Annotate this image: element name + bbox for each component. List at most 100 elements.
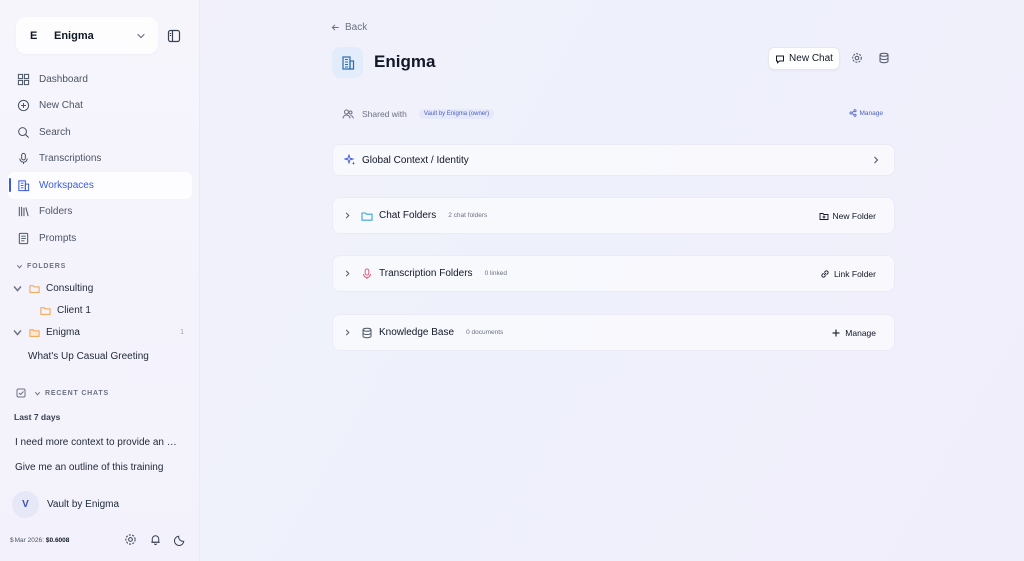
usage-period: Mar 2026: bbox=[14, 536, 44, 544]
microphone-icon bbox=[19, 153, 28, 165]
workspace-name: Enigma bbox=[54, 29, 94, 42]
card-title: Global Context / Identity bbox=[362, 154, 469, 166]
action-label: Link Folder bbox=[833, 268, 876, 279]
sidebar-item-label: Transcriptions bbox=[39, 153, 102, 165]
manage-label: Manage bbox=[859, 109, 884, 117]
folder-open-icon bbox=[29, 329, 40, 337]
folder-chat-item[interactable]: What's Up Casual Greeting bbox=[28, 351, 149, 362]
user-profile[interactable]: V Vault by Enigma bbox=[12, 491, 119, 518]
folders-section-header[interactable]: FOLDERS bbox=[16, 263, 66, 270]
back-label: Back bbox=[345, 22, 368, 33]
arrow-left-icon bbox=[331, 24, 339, 31]
recent-group-label: Last 7 days bbox=[14, 412, 61, 422]
manage-sharing-link[interactable]: Manage bbox=[848, 109, 884, 117]
folder-plus-icon bbox=[819, 212, 828, 220]
transcription-folders-card[interactable]: Transcription Folders 0 linked Link Fold… bbox=[332, 255, 895, 292]
folder-icon bbox=[361, 211, 373, 221]
folder-enigma[interactable]: Enigma 1 bbox=[12, 327, 184, 338]
card-title: Transcription Folders bbox=[379, 268, 473, 279]
share-icon bbox=[848, 109, 857, 117]
card-title: Chat Folders bbox=[379, 210, 437, 221]
shared-with-label: Shared with bbox=[362, 109, 407, 119]
card-meta: 2 chat folders bbox=[448, 212, 488, 219]
sidebar-item-workspaces[interactable]: Workspaces bbox=[8, 172, 192, 199]
folders-section-label: FOLDERS bbox=[27, 263, 67, 270]
workspace-initial: E bbox=[30, 29, 38, 42]
card-meta: 0 linked bbox=[484, 270, 507, 277]
user-name: Vault by Enigma bbox=[47, 499, 120, 510]
new-folder-button[interactable]: New Folder bbox=[819, 211, 876, 221]
sidebar-item-label: Prompts bbox=[39, 232, 77, 244]
recent-chats-label: RECENT CHATS bbox=[45, 389, 109, 397]
chevron-down-icon bbox=[34, 391, 41, 396]
chevron-down-icon bbox=[137, 33, 145, 38]
chat-bubble-icon bbox=[776, 55, 785, 64]
folder-label: Client 1 bbox=[57, 305, 91, 316]
folder-label: Enigma bbox=[46, 327, 80, 338]
link-folder-button[interactable]: Link Folder bbox=[820, 269, 876, 279]
sidebar-item-label: New Chat bbox=[39, 100, 83, 112]
folder-icon bbox=[29, 285, 40, 293]
sidebar-toggle-icon[interactable] bbox=[167, 29, 181, 43]
action-label: Manage bbox=[845, 327, 876, 338]
back-link[interactable]: Back bbox=[331, 22, 367, 33]
main-content: Back Enigma New Chat Shared with Vault b… bbox=[200, 0, 1024, 561]
sidebar-item-label: Dashboard bbox=[39, 73, 88, 85]
database-icon[interactable] bbox=[878, 52, 890, 64]
knowledge-base-card[interactable]: Knowledge Base 0 documents Manage bbox=[332, 314, 895, 351]
usage-amount: $0.6008 bbox=[45, 536, 70, 544]
dashboard-icon bbox=[17, 73, 30, 85]
dollar-icon: $ bbox=[10, 536, 14, 544]
sidebar-item-label: Workspaces bbox=[39, 179, 94, 191]
chat-folders-card[interactable]: Chat Folders 2 chat folders New Folder bbox=[332, 197, 895, 234]
owner-badge: Vault by Enigma (owner) bbox=[418, 109, 495, 119]
shared-with-row: Shared with Vault by Enigma (owner) Mana… bbox=[332, 102, 895, 126]
folder-consulting[interactable]: Consulting bbox=[12, 283, 93, 294]
workspace-icon-badge bbox=[332, 47, 363, 78]
building-icon bbox=[18, 180, 30, 191]
moon-icon[interactable] bbox=[174, 533, 187, 546]
folder-client-1[interactable]: Client 1 bbox=[40, 305, 91, 316]
checkbox-icon bbox=[16, 388, 26, 398]
library-icon bbox=[18, 207, 29, 217]
folder-label: Consulting bbox=[46, 283, 94, 294]
chevron-down-icon bbox=[13, 285, 22, 292]
chevron-right-icon[interactable] bbox=[344, 212, 351, 219]
page-title: Enigma bbox=[374, 52, 436, 71]
sidebar-item-label: Search bbox=[39, 126, 71, 138]
gear-icon[interactable] bbox=[851, 52, 863, 64]
recent-chats-header[interactable]: RECENT CHATS bbox=[16, 388, 109, 398]
microphone-icon bbox=[363, 268, 371, 279]
folder-icon bbox=[40, 307, 51, 315]
recent-chat-item[interactable]: I need more context to provide an … bbox=[15, 437, 177, 448]
recent-chat-item[interactable]: Give me an outline of this training bbox=[15, 462, 163, 473]
workspace-switcher[interactable]: E Enigma bbox=[16, 17, 158, 54]
chevron-right-icon[interactable] bbox=[344, 329, 351, 336]
chevron-right-icon bbox=[874, 156, 879, 164]
sidebar-item-folders[interactable]: Folders bbox=[8, 199, 192, 226]
link-icon bbox=[821, 269, 829, 278]
global-context-card[interactable]: Global Context / Identity bbox=[332, 144, 895, 176]
plus-circle-icon bbox=[17, 100, 30, 112]
sidebar-item-transcriptions[interactable]: Transcriptions bbox=[8, 146, 192, 173]
sidebar-item-search[interactable]: Search bbox=[8, 119, 192, 146]
users-icon bbox=[342, 109, 354, 119]
chevron-right-icon[interactable] bbox=[344, 270, 351, 277]
gear-icon[interactable] bbox=[124, 533, 137, 546]
action-label: New Folder bbox=[832, 210, 876, 221]
folder-count: 1 bbox=[180, 329, 184, 336]
building-icon bbox=[341, 55, 354, 70]
new-chat-button[interactable]: New Chat bbox=[768, 47, 840, 70]
sidebar-item-prompts[interactable]: Prompts bbox=[8, 225, 192, 252]
sidebar-footer-actions bbox=[124, 533, 187, 546]
card-meta: 0 documents bbox=[466, 329, 504, 336]
book-icon bbox=[18, 232, 29, 244]
manage-knowledge-button[interactable]: Manage bbox=[831, 328, 876, 338]
new-chat-label: New Chat bbox=[789, 53, 833, 64]
bell-icon[interactable] bbox=[149, 533, 162, 546]
search-icon bbox=[18, 126, 30, 138]
sidebar-item-new-chat[interactable]: New Chat bbox=[8, 93, 192, 120]
sidebar: E Enigma Dashboard New Chat Search Trans… bbox=[0, 0, 200, 561]
plus-icon bbox=[832, 329, 840, 336]
sidebar-item-dashboard[interactable]: Dashboard bbox=[8, 66, 192, 93]
